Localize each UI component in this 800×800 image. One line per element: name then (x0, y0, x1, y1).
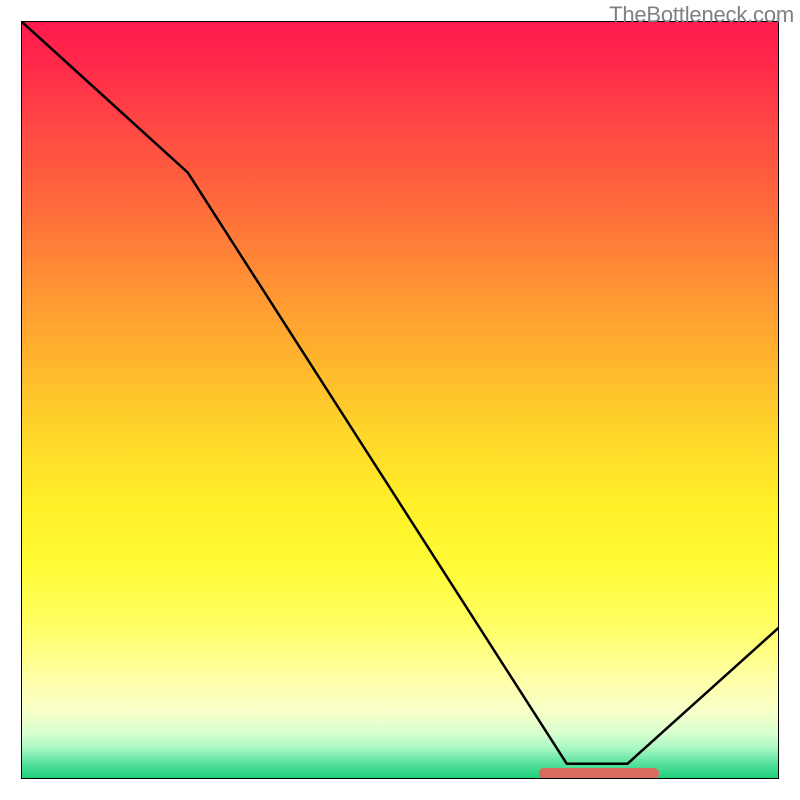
plot-background-gradient (21, 21, 779, 779)
optimal-range-marker (539, 768, 659, 779)
chart-stage: TheBottleneck.com (0, 0, 800, 800)
watermark-text: TheBottleneck.com (609, 2, 794, 28)
